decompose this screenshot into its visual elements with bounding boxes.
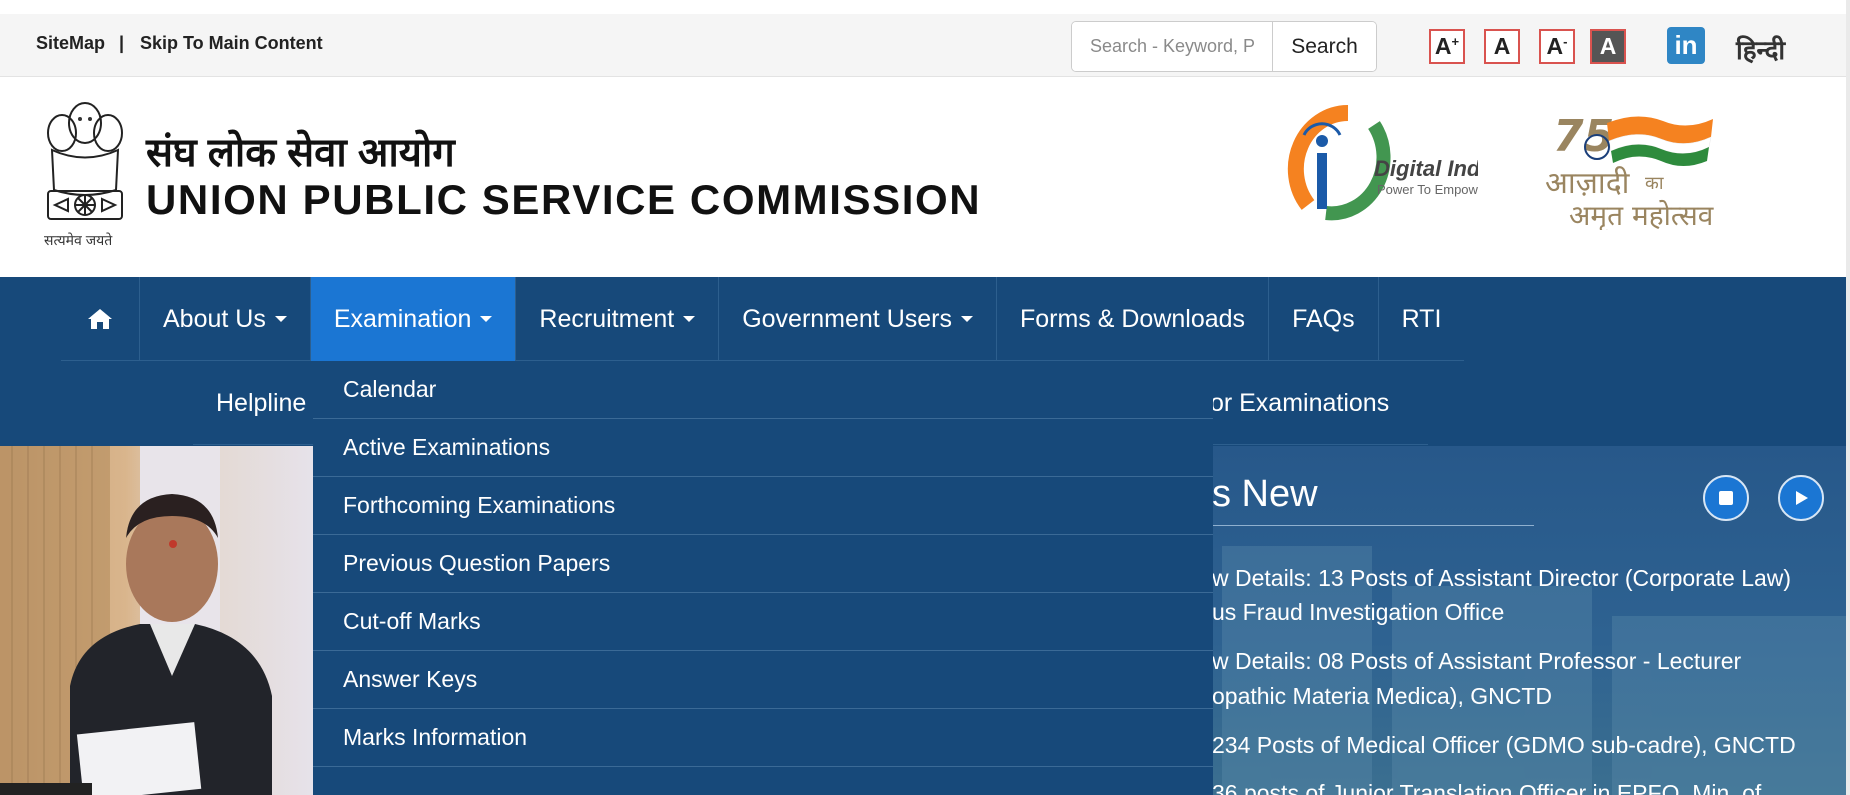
font-normal-button[interactable]: A: [1484, 29, 1520, 64]
search-button[interactable]: Search: [1273, 22, 1376, 71]
high-contrast-label: A: [1599, 33, 1617, 59]
dropdown-item-calendar[interactable]: Calendar: [313, 361, 1213, 419]
caret-down-icon: [960, 316, 973, 322]
font-increase-label: A: [1434, 33, 1452, 59]
azadi-line1: आज़ादी: [1545, 166, 1631, 201]
azadi-ka-amrit-mahotsav-logo[interactable]: 75 आज़ादी का अमृत महोत्सव: [1545, 105, 1735, 230]
play-icon: [1796, 491, 1808, 505]
caret-down-icon: [274, 316, 287, 322]
dropdown-item-forthcoming-examinations[interactable]: Forthcoming Examinations: [313, 477, 1213, 535]
font-increase-button[interactable]: A +: [1429, 29, 1465, 64]
font-decrease-label: A: [1546, 33, 1564, 59]
nav-faqs[interactable]: FAQs: [1269, 277, 1379, 361]
site-title-english: UNION PUBLIC SERVICE COMMISSION: [146, 176, 982, 223]
whats-new-title: s New: [1212, 473, 1318, 515]
font-normal-label: A: [1493, 33, 1511, 59]
dropdown-item-marks-information[interactable]: Marks Information: [313, 709, 1213, 767]
stop-icon: [1719, 491, 1733, 505]
dropdown-item-previous-question-papers[interactable]: Previous Question Papers: [313, 535, 1213, 593]
nav-forms-downloads-label: Forms & Downloads: [1019, 304, 1246, 333]
caret-down-icon: [480, 316, 493, 322]
language-toggle-hindi[interactable]: हिन्दी: [1736, 31, 1785, 67]
person-photo-illustration: [0, 446, 272, 795]
linkedin-icon[interactable]: in: [1667, 27, 1705, 64]
nav-examinations-link[interactable]: for Examinations: [1203, 389, 1389, 418]
utility-bar: SiteMap | Skip To Main Content Search A+…: [0, 0, 1850, 77]
site-title-hindi: संघ लोक सेवा आयोग: [146, 131, 455, 175]
utility-separator: |: [119, 33, 125, 53]
nav-examination[interactable]: Examination: [310, 277, 517, 361]
examination-dropdown-menu: Calendar Active Examinations Forthcoming…: [313, 361, 1213, 795]
nav-row-primary: About Us Examination Recruitment Governm…: [61, 277, 1465, 361]
nav-government-users-label: Government Users: [742, 304, 952, 333]
skip-to-main-link[interactable]: Skip To Main Content: [140, 33, 323, 54]
news-line-5[interactable]: 234 Posts of Medical Officer (GDMO sub-c…: [1212, 732, 1796, 759]
news-line-4[interactable]: opathic Materia Medica), GNCTD: [1212, 683, 1552, 710]
nav-helpline[interactable]: Helpline: [216, 389, 306, 418]
azadi-line2: अमृत महोत्सव: [1569, 199, 1714, 230]
search-input[interactable]: [1072, 22, 1273, 71]
nav-forms-downloads[interactable]: Forms & Downloads: [997, 277, 1270, 361]
nav-home[interactable]: [61, 277, 140, 361]
bottom-corner-tab[interactable]: [0, 783, 92, 795]
home-icon: [88, 309, 112, 329]
dropdown-item-active-examinations[interactable]: Active Examinations: [313, 419, 1213, 477]
sitemap-link[interactable]: SiteMap: [36, 33, 105, 54]
site-header: सत्यमेव जयते संघ लोक सेवा आयोग UNION PUB…: [0, 77, 1850, 277]
nav-government-users[interactable]: Government Users: [719, 277, 997, 361]
nav-rti-label: RTI: [1401, 304, 1442, 333]
nav-recruitment-label: Recruitment: [539, 304, 675, 333]
caret-down-icon: [683, 316, 696, 322]
play-button[interactable]: [1778, 475, 1824, 521]
azadi-small: का: [1645, 173, 1664, 194]
search-form: Search: [1071, 21, 1377, 72]
news-line-2[interactable]: us Fraud Investigation Office: [1212, 599, 1504, 626]
chairman-photo: [0, 446, 313, 795]
nav-about-us-label: About Us: [163, 304, 266, 333]
font-decrease-suffix: -: [1563, 34, 1568, 49]
top-white-strip: [0, 0, 1850, 14]
nav-examination-label: Examination: [333, 304, 472, 333]
digital-india-title: Digital India: [1374, 156, 1478, 181]
high-contrast-button[interactable]: A: [1590, 29, 1626, 64]
emblem-caption: सत्यमेव जयते: [44, 232, 113, 248]
news-line-6[interactable]: 36 posts of Junior Translation Officer i…: [1212, 780, 1761, 795]
national-emblem-icon[interactable]: [40, 95, 130, 245]
digital-india-tagline: Power To Empower: [1377, 182, 1478, 197]
news-line-3[interactable]: w Details: 08 Posts of Assistant Profess…: [1212, 648, 1741, 675]
nav-recruitment[interactable]: Recruitment: [516, 277, 720, 361]
azadi-number: 75: [1553, 111, 1614, 162]
dropdown-item-answer-keys[interactable]: Answer Keys: [313, 651, 1213, 709]
digital-india-logo[interactable]: Digital India Power To Empower: [1278, 105, 1478, 225]
nav-faqs-label: FAQs: [1292, 304, 1355, 333]
stop-button[interactable]: [1703, 475, 1749, 521]
nav-about-us[interactable]: About Us: [140, 277, 311, 361]
dropdown-item-public-disclosure[interactable]: Public Disclosure of marks & other detai…: [313, 767, 1213, 795]
whats-new-divider: [1212, 525, 1534, 526]
font-increase-suffix: +: [1451, 34, 1460, 49]
font-decrease-button[interactable]: A-: [1539, 29, 1575, 64]
news-line-1[interactable]: w Details: 13 Posts of Assistant Directo…: [1212, 565, 1791, 592]
dropdown-item-cut-off-marks[interactable]: Cut-off Marks: [313, 593, 1213, 651]
page-scrollbar[interactable]: [1846, 0, 1850, 795]
nav-rti[interactable]: RTI: [1379, 277, 1465, 361]
